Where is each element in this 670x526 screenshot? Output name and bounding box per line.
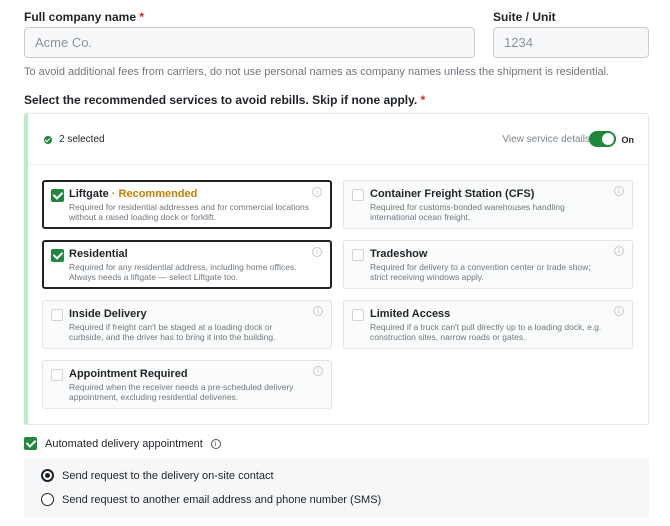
- service-card-desc: Required if freight can't be staged at a…: [69, 322, 276, 342]
- radio-option-email-sms[interactable]: Send request to another email address an…: [41, 493, 381, 506]
- service-card-title: Container Freight Station (CFS): [370, 188, 535, 200]
- service-card-cfs[interactable]: Container Freight Station (CFS) Required…: [343, 180, 633, 229]
- service-card-appointment-required[interactable]: Appointment Required Required when the r…: [42, 360, 332, 409]
- info-icon[interactable]: i: [312, 187, 322, 197]
- radio-button-selected[interactable]: [41, 469, 54, 482]
- info-icon[interactable]: i: [614, 246, 624, 256]
- toggle-state-label: On: [621, 135, 635, 145]
- services-panel-header: 2 selected View service details On: [28, 114, 648, 165]
- suite-unit-input[interactable]: [493, 27, 649, 58]
- service-card-desc: Required for residential addresses and f…: [69, 202, 310, 222]
- radio-option-onsite-contact[interactable]: Send request to the delivery on-site con…: [41, 469, 274, 482]
- selected-count-text: 2 selected: [59, 134, 105, 145]
- service-card-title: Limited Access: [370, 308, 451, 320]
- service-card-liftgate[interactable]: Liftgate · Recommended Required for resi…: [42, 180, 332, 229]
- residential-checkbox[interactable]: [51, 249, 64, 262]
- inside-delivery-checkbox[interactable]: [51, 309, 63, 321]
- tradeshow-checkbox[interactable]: [352, 249, 364, 261]
- service-card-desc: Required when the receiver needs a pre-s…: [69, 382, 294, 402]
- service-card-tradeshow[interactable]: Tradeshow Required for delivery to a con…: [343, 240, 633, 289]
- suite-unit-label: Suite / Unit: [493, 10, 556, 24]
- service-card-desc: Required if a truck can't pull directly …: [370, 322, 602, 342]
- radio-option-label: Send request to the delivery on-site con…: [62, 469, 274, 482]
- service-details-toggle[interactable]: [589, 131, 616, 147]
- service-card-title: Tradeshow: [370, 248, 428, 260]
- company-hint-text: To avoid additional fees from carriers, …: [24, 66, 610, 78]
- service-card-residential[interactable]: Residential Required for any residential…: [42, 240, 332, 289]
- services-panel: 2 selected View service details On Liftg…: [24, 113, 649, 425]
- info-icon[interactable]: i: [210, 438, 221, 449]
- service-card-desc: Required for any residential address, in…: [69, 262, 297, 282]
- info-icon[interactable]: i: [614, 186, 624, 196]
- service-card-title: Residential: [69, 248, 128, 260]
- service-card-title: Inside Delivery: [69, 308, 147, 320]
- service-card-title: Liftgate · Recommended: [69, 188, 197, 200]
- liftgate-checkbox[interactable]: [51, 189, 64, 202]
- automated-appointment-label: Automated delivery appointment: [45, 437, 203, 450]
- view-service-details-link[interactable]: View service details: [502, 134, 590, 145]
- liftgate-title: Liftgate: [69, 188, 109, 200]
- required-mark: *: [139, 10, 145, 24]
- service-card-limited-access[interactable]: Limited Access Required if a truck can't…: [343, 300, 633, 349]
- info-icon[interactable]: i: [313, 366, 323, 376]
- services-required-mark: *: [420, 93, 426, 107]
- services-label: Select the recommended services to avoid…: [24, 93, 425, 107]
- company-name-label: Full company name *: [24, 10, 144, 24]
- company-name-label-text: Full company name: [24, 10, 137, 24]
- limited-access-checkbox[interactable]: [352, 309, 364, 321]
- radio-button[interactable]: [41, 493, 54, 506]
- appointment-request-options: Send request to the delivery on-site con…: [24, 458, 649, 518]
- automated-appointment-row[interactable]: Automated delivery appointment i: [24, 437, 221, 450]
- service-card-inside-delivery[interactable]: Inside Delivery Required if freight can'…: [42, 300, 332, 349]
- service-card-title: Appointment Required: [69, 368, 188, 380]
- recommended-tag: · Recommended: [108, 188, 198, 200]
- info-icon[interactable]: i: [614, 306, 624, 316]
- info-icon[interactable]: i: [312, 247, 322, 257]
- service-card-desc: Required for delivery to a convention ce…: [370, 262, 591, 282]
- check-circle-icon: [44, 135, 52, 144]
- services-label-text: Select the recommended services to avoid…: [24, 93, 418, 107]
- radio-option-label: Send request to another email address an…: [62, 493, 382, 506]
- info-icon[interactable]: i: [313, 306, 323, 316]
- cfs-checkbox[interactable]: [352, 189, 364, 201]
- appointment-required-checkbox[interactable]: [51, 369, 63, 381]
- company-name-input[interactable]: [24, 27, 475, 58]
- automated-appointment-checkbox[interactable]: [24, 437, 37, 450]
- service-card-desc: Required for customs-bonded warehouses h…: [370, 202, 565, 222]
- selected-count: 2 selected: [44, 134, 105, 145]
